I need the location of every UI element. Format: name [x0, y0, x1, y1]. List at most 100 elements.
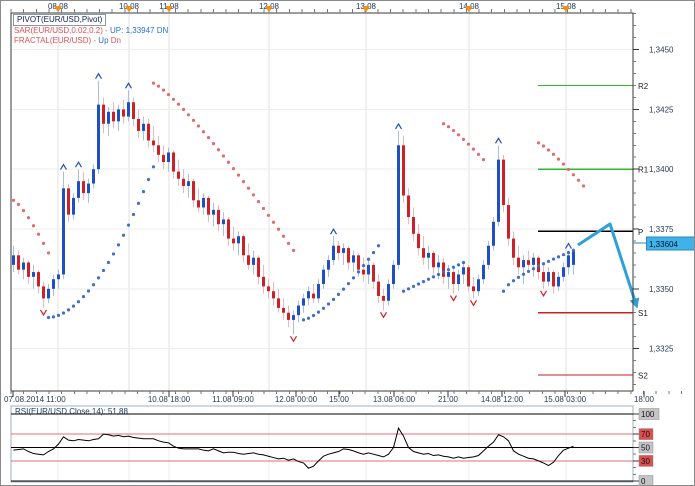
- sar-dot-down: [461, 137, 466, 141]
- candle-body: [472, 286, 475, 292]
- sar-legend-label: SAR(EUR/USD,0.02,0.2) -: [14, 26, 111, 35]
- sar-dot-up: [121, 233, 126, 237]
- price-tick-label: 1,3400: [649, 165, 674, 174]
- candle-body: [547, 272, 550, 282]
- sar-dot-down: [446, 125, 451, 129]
- candle-body: [447, 272, 450, 277]
- candle-body: [332, 245, 335, 261]
- sar-dot-up: [561, 253, 566, 257]
- candle-body: [477, 279, 480, 292]
- sar-dot-down: [541, 144, 546, 148]
- candle-body: [147, 123, 150, 141]
- sar-dot-up: [421, 280, 426, 284]
- sar-dot-up: [521, 272, 526, 276]
- chart-window: R2R1PS1S208.0810.0811.0812.0813.0814.081…: [0, 0, 695, 486]
- bottom-axis-time-label: 11.08 09:00: [212, 395, 254, 404]
- candle-body: [207, 197, 210, 215]
- sar-dot-up: [411, 284, 416, 289]
- candle-body: [452, 272, 455, 285]
- sar-dot-down: [26, 216, 31, 220]
- sar-dot-up: [371, 250, 376, 255]
- sar-dot-up: [516, 275, 521, 279]
- sar-dot-down: [276, 227, 281, 231]
- sar-dot-up: [126, 223, 131, 227]
- pivot-label-s1: S1: [638, 309, 648, 318]
- price-tick-label: 1,3375: [649, 225, 674, 234]
- candle-body: [177, 171, 180, 179]
- rsi-legend[interactable]: RSI(EUR/USD,Close,14): 51,88: [15, 407, 128, 417]
- price-tick-label: 1,3325: [649, 345, 674, 354]
- candle-body: [257, 257, 260, 277]
- sar-dot-up: [331, 297, 336, 301]
- candle-body: [282, 307, 285, 313]
- rsi-plot-area[interactable]: [11, 406, 633, 482]
- candle-body: [132, 102, 135, 119]
- sar-dot-up: [131, 212, 136, 217]
- pivot-label-r1: R1: [638, 166, 649, 175]
- candle-body: [142, 123, 145, 131]
- candle-body: [442, 262, 445, 277]
- candle-body: [507, 205, 510, 239]
- candle-body: [247, 255, 250, 265]
- sar-legend-up-value[interactable]: UP: 1,33947: [110, 26, 154, 35]
- sar-dot-down: [456, 133, 461, 137]
- sar-legend-dn-toggle[interactable]: DN: [155, 26, 169, 35]
- candle-body: [27, 262, 30, 277]
- candle-body: [567, 255, 570, 268]
- candle-body: [187, 181, 190, 186]
- sar-dot-up: [316, 310, 321, 314]
- fractal-legend-up-toggle[interactable]: Up: [98, 36, 108, 45]
- sar-dot-up: [376, 244, 381, 248]
- sar-dot-down: [581, 184, 586, 188]
- sar-dot-down: [156, 84, 161, 88]
- fractal-legend-label: FRACTAL(EUR/USD) -: [14, 36, 99, 45]
- sar-dot-down: [21, 209, 26, 213]
- sar-dot-up: [506, 283, 511, 287]
- candle-body: [337, 245, 340, 253]
- sar-dot-up: [541, 262, 546, 266]
- sar-dot-up: [461, 260, 466, 265]
- candle-body: [32, 272, 35, 277]
- candle-body: [212, 209, 215, 215]
- sar-dot-up: [86, 289, 91, 293]
- candle-body: [232, 238, 235, 244]
- pivot-legend[interactable]: PIVOT(EUR/USD,Pivot): [13, 14, 107, 26]
- price-plot-area[interactable]: [11, 13, 633, 391]
- price-tick-label: 1,3450: [649, 46, 674, 55]
- candle-body: [72, 197, 75, 215]
- sar-dot-down: [471, 147, 476, 151]
- candle-body: [42, 286, 45, 299]
- candle-body: [157, 145, 160, 155]
- sar-dot-up: [136, 201, 141, 205]
- sar-dot-down: [16, 202, 21, 207]
- sar-dot-down: [256, 200, 261, 204]
- fractal-legend-dn-toggle[interactable]: Dn: [109, 36, 121, 45]
- bottom-axis-time-label: 18:00: [634, 395, 655, 404]
- candle-body: [252, 257, 255, 265]
- candle-body: [532, 257, 535, 265]
- sar-dot-down: [31, 224, 36, 228]
- sar-dot-down: [41, 241, 46, 245]
- sar-dot-down: [286, 241, 291, 245]
- candle-body: [22, 262, 25, 270]
- candle-body: [192, 181, 195, 201]
- candle-body: [467, 267, 470, 287]
- candle-body: [402, 145, 405, 196]
- candle-body: [112, 111, 115, 122]
- sar-dot-up: [106, 260, 111, 265]
- sar-dot-up: [361, 264, 366, 268]
- candle-body: [292, 315, 295, 320]
- sar-dot-down: [551, 152, 556, 157]
- candle-body: [542, 272, 545, 282]
- candle-body: [492, 221, 495, 246]
- sar-dot-down: [261, 206, 266, 211]
- sar-dot-up: [436, 272, 441, 277]
- candle-body: [557, 276, 560, 287]
- sar-dot-up: [536, 264, 541, 268]
- candle-body: [152, 140, 155, 146]
- candle-body: [437, 262, 440, 268]
- sar-dot-down: [266, 213, 271, 217]
- rsi-axis-label: 30: [641, 457, 650, 466]
- candle-body: [342, 248, 345, 253]
- candle-body: [12, 255, 15, 265]
